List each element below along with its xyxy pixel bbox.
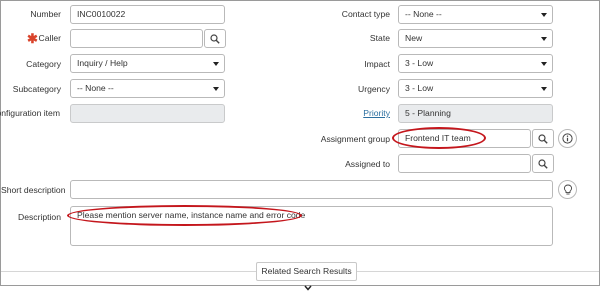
priority-field[interactable]: 5 - Planning (398, 104, 553, 123)
search-icon (538, 158, 548, 169)
number-label: Number (30, 9, 61, 19)
configuration-item-field[interactable] (70, 104, 225, 123)
search-icon (538, 133, 548, 144)
info-icon (562, 133, 573, 144)
assignment-group-field[interactable]: Frontend IT team (398, 129, 531, 148)
assignment-group-lookup-button[interactable] (532, 129, 554, 148)
suggestion-button[interactable] (558, 180, 577, 199)
chevron-down-icon (541, 87, 547, 91)
urgency-label: Urgency (358, 84, 390, 94)
category-value: Inquiry / Help (77, 58, 128, 68)
lightbulb-icon (563, 184, 572, 194)
urgency-value: 3 - Low (405, 83, 434, 93)
chevron-down-icon (541, 37, 547, 41)
subcategory-label: Subcategory (12, 84, 61, 94)
chevron-down-icon (541, 13, 547, 17)
chevron-down-icon (213, 87, 219, 91)
category-select[interactable]: Inquiry / Help (70, 54, 225, 73)
chevron-down-icon (213, 62, 219, 66)
short-description-field[interactable] (70, 180, 553, 199)
state-value: New (405, 33, 423, 43)
priority-link[interactable]: Priority (300, 108, 390, 118)
assigned-to-field[interactable] (398, 154, 531, 173)
impact-select[interactable]: 3 - Low (398, 54, 553, 73)
assigned-to-label: Assigned to (345, 159, 390, 169)
caller-label: Caller (38, 33, 61, 43)
subcategory-value: -- None -- (77, 83, 114, 93)
incident-form: Number INC0010022 ✱ Caller Category Inqu… (0, 0, 600, 291)
related-search-results-button[interactable]: Related Search Results (256, 262, 357, 291)
caller-lookup-button[interactable] (204, 29, 226, 48)
contact-type-label: Contact type (341, 9, 390, 19)
description-textarea[interactable]: Please mention server name, instance nam… (70, 206, 553, 246)
chevron-down-icon (541, 62, 547, 66)
assigned-to-lookup-button[interactable] (532, 154, 554, 173)
configuration-item-label: Configuration item (0, 108, 60, 118)
subcategory-select[interactable]: -- None -- (70, 79, 225, 98)
assignment-group-label: Assignment group (320, 134, 390, 144)
impact-value: 3 - Low (405, 58, 434, 68)
impact-label: Impact (364, 59, 390, 69)
number-field[interactable]: INC0010022 (70, 5, 225, 24)
assignment-group-info-button[interactable] (558, 129, 577, 148)
description-label: Description (18, 212, 61, 222)
urgency-select[interactable]: 3 - Low (398, 79, 553, 98)
contact-type-select[interactable]: -- None -- (398, 5, 553, 24)
caller-field[interactable] (70, 29, 203, 48)
contact-type-value: -- None -- (405, 9, 442, 19)
search-icon (210, 33, 220, 44)
category-label: Category (26, 59, 61, 69)
related-search-results-label: Related Search Results (261, 266, 352, 276)
short-description-label: Short description (1, 185, 66, 195)
state-label: State (369, 33, 390, 43)
state-select[interactable]: New (398, 29, 553, 48)
